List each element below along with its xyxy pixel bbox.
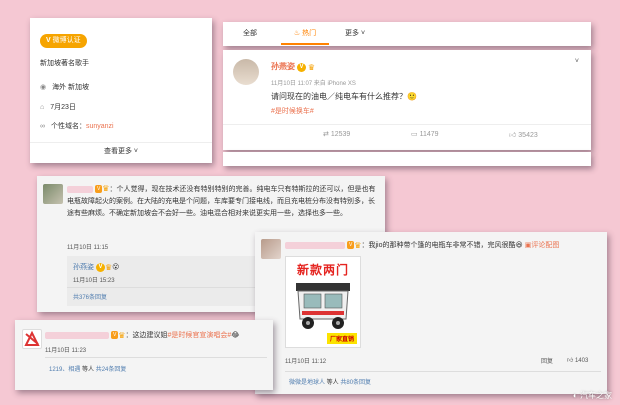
blurred-username xyxy=(67,185,93,193)
surprise-emoji: 😮 xyxy=(112,264,120,271)
divider xyxy=(45,357,267,358)
commenter-avatar[interactable] xyxy=(261,239,281,259)
reply-user-link[interactable]: 微微是地球人 xyxy=(289,380,325,386)
reply-count-link[interactable]: 共80条回复 xyxy=(340,380,371,386)
comment-icon: ▭ xyxy=(411,131,418,138)
tab-all[interactable]: 全部 xyxy=(243,22,257,45)
view-more-link[interactable]: 查看更多 ˅ xyxy=(30,146,212,156)
comment-card-with-image: V ♛：我jio的那种带个篷的电瓶车非常不错，完风很酷😆 ▣评论配图 新款两门 厂… xyxy=(255,232,607,394)
reply-summary: 微微是地球人 等人 共80条回复 xyxy=(289,380,372,386)
divider xyxy=(30,142,212,143)
comment-time: 11月10日 11:15 xyxy=(67,245,109,251)
tab-more[interactable]: 更多 ˅ xyxy=(345,22,365,45)
verified-icon: V xyxy=(296,62,306,72)
reply-count-link[interactable]: 共24条回复 xyxy=(96,367,127,373)
comment-image[interactable]: 新款两门 厂家直销 xyxy=(285,256,361,348)
profile-card: V 微博认证 新加坡著名歌手 ◉ 海外 新加坡 ⌂ 7月23日 ∞ 个性域名：s… xyxy=(30,18,212,163)
cake-icon: ⌂ xyxy=(40,104,45,111)
post-menu-icon[interactable]: ˅ xyxy=(575,58,579,65)
blurred-username xyxy=(45,331,109,339)
birthday-row: ⌂ 7月23日 xyxy=(40,104,76,111)
repost-button[interactable]: ⇄ 12539 xyxy=(323,130,350,138)
author-name[interactable]: 孙燕姿 xyxy=(271,62,295,71)
commenter-avatar[interactable] xyxy=(43,184,63,204)
reply-time: 11月10日 15:23 xyxy=(73,278,115,284)
post-header: 孙燕姿 V ♛ xyxy=(271,61,315,72)
crown-icon: ♛ xyxy=(307,62,316,72)
next-post-stub xyxy=(223,152,591,166)
comment-hashtag[interactable]: #是时候官宣演唱会# xyxy=(167,332,231,339)
reply-user-link[interactable]: 1219、相遇 xyxy=(49,367,80,373)
watermark-logo: ◐ 汽车之家 xyxy=(572,391,612,400)
feed-tabs: 全部 ♨ 热门 更多 ˅ xyxy=(223,22,591,46)
link-icon: ∞ xyxy=(40,123,45,130)
level-badge: V xyxy=(94,185,103,193)
commenter-avatar[interactable] xyxy=(22,329,42,349)
comment-time: 11月10日 11:23 xyxy=(45,348,87,354)
comment-text: V ♛：个人觉得，现在技术还没有特别特别的完善。纯电车只有特斯拉的还可以，但是也有… xyxy=(67,184,376,217)
car-logo-icon: ◐ xyxy=(572,391,578,400)
level-badge: V xyxy=(346,241,355,250)
grin-emoji: 😆 xyxy=(515,242,523,249)
domain-row: ∞ 个性域名：sunyanzi xyxy=(40,123,114,130)
repost-icon: ⇄ xyxy=(323,131,329,138)
reply-summary: 1219、相遇 等人 共24条回复 xyxy=(49,367,127,373)
verified-icon: V xyxy=(46,37,51,44)
reply-count-link[interactable]: 共376条回复 xyxy=(73,292,107,301)
comment-button[interactable]: ▭ 11479 xyxy=(411,130,439,138)
divider xyxy=(223,124,591,125)
comment-image-link[interactable]: ▣评论配图 xyxy=(525,242,560,249)
weibo-post: 孙燕姿 V ♛ 11月10日 11:07 来自 iPhone XS 请问现在的油… xyxy=(223,50,591,150)
flame-icon: ♨ xyxy=(293,30,301,37)
comment-time: 11月10日 11:12 xyxy=(285,359,327,365)
comment-text: V ♛：我jio的那种带个篷的电瓶车非常不错，完风很酷😆 ▣评论配图 xyxy=(285,240,603,250)
verify-description: 新加坡著名歌手 xyxy=(40,60,89,67)
post-text: 请问现在的油电／纯电车有什么推荐？🙂 xyxy=(271,92,417,101)
location-icon: ◉ xyxy=(40,84,47,91)
reply-author[interactable]: 孙燕姿 xyxy=(73,264,94,271)
reply-button[interactable]: 回复 xyxy=(541,356,553,365)
reply-header: 孙燕姿 V ♛😮 xyxy=(73,262,119,272)
post-hashtag[interactable]: #是时候换车# xyxy=(271,106,314,116)
divider xyxy=(67,287,275,288)
level-badge: V xyxy=(110,331,119,340)
thumb-up-icon: 👍︎ xyxy=(509,132,517,139)
comment-like-button[interactable]: 👍︎ 1403 xyxy=(567,356,588,364)
comment-card: V ♛：这边建议姐#是时候官宣演唱会#😂 11月10日 11:23 1219、相遇… xyxy=(15,320,273,390)
like-button[interactable]: 👍︎ 35423 xyxy=(509,130,538,139)
domain-link[interactable]: sunyanzi xyxy=(86,123,114,130)
avatar-graphic xyxy=(24,330,40,346)
smile-emoji: 🙂 xyxy=(407,92,417,101)
chevron-down-icon: ˅ xyxy=(359,30,366,37)
laugh-emoji: 😂 xyxy=(231,332,240,339)
thumb-up-icon: 👍︎ xyxy=(567,358,574,364)
author-avatar[interactable] xyxy=(233,59,259,85)
divider xyxy=(285,371,601,372)
verified-icon: V xyxy=(95,262,105,272)
chevron-down-icon: ˅ xyxy=(131,148,139,155)
tab-hot[interactable]: ♨ 热门 xyxy=(281,22,329,45)
comment-text: V ♛：这边建议姐#是时候官宣演唱会#😂 xyxy=(45,330,269,340)
post-time: 11月10日 11:07 来自 iPhone XS xyxy=(271,81,356,87)
location-row: ◉ 海外 新加坡 xyxy=(40,84,90,91)
image-tag: 厂家直销 xyxy=(326,333,357,344)
blurred-username xyxy=(285,241,345,249)
verify-badge[interactable]: V 微博认证 xyxy=(40,34,87,48)
reply-block: 孙燕姿 V ♛😮 11月10日 15:23 共376条回复 xyxy=(67,256,275,306)
